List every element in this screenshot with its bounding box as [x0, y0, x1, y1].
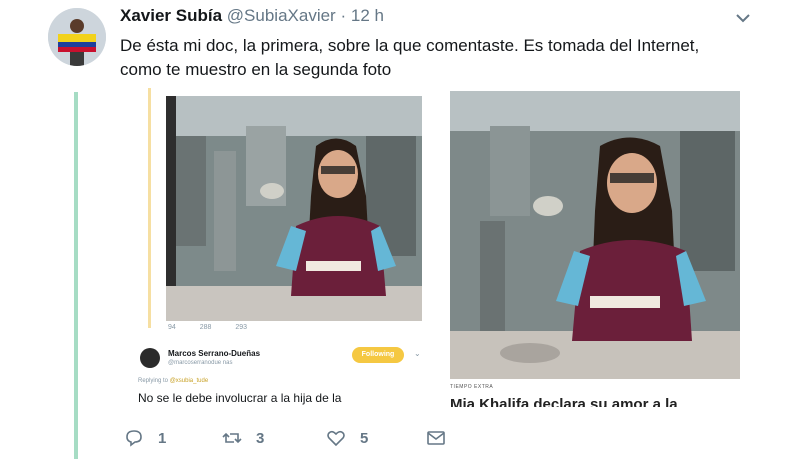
embedded-replying-handle: @xsubia_tude — [169, 378, 209, 384]
timestamp[interactable]: 12 h — [351, 6, 384, 25]
embedded-like-count: 293 — [235, 324, 248, 331]
like-button[interactable]: 5 — [326, 427, 368, 449]
embedded-name: Marcos Serrano-Dueñas — [168, 349, 261, 358]
embedded-action-bar: 94 288 293 — [168, 324, 269, 331]
embedded-reply-count: 94 — [168, 324, 176, 331]
heart-icon — [327, 430, 345, 447]
avatar[interactable] — [48, 8, 106, 66]
embedded-replying-to: Replying to @xsubia_tude — [138, 378, 208, 384]
chevron-down-icon[interactable] — [734, 10, 752, 26]
news-section-label: TIEMPO EXTRA — [450, 384, 494, 390]
like-count: 5 — [360, 429, 369, 447]
reply-icon — [126, 430, 142, 447]
embedded-chevron-icon: ⌄ — [414, 349, 421, 358]
photo-city-woman-right — [450, 91, 740, 379]
tweet-text-line-2: como te muestro en la segunda foto — [120, 60, 392, 79]
tweet-text-line-1: De ésta mi doc, la primera, sobre la que… — [120, 36, 700, 55]
embedded-retweet-count: 288 — [199, 324, 212, 331]
embedded-reply-text: No se le debe involucrar a la hija de la — [138, 391, 342, 405]
media-image-2[interactable]: TIEMPO EXTRA Mia Khalifa declara su amor… — [448, 88, 744, 410]
embedded-replying-prefix: Replying to — [138, 378, 169, 384]
thread-line — [74, 92, 78, 459]
embedded-follow-button: Following — [352, 347, 404, 363]
retweet-count: 3 — [256, 429, 265, 447]
photo-city-woman-left — [166, 96, 422, 321]
user-handle[interactable]: @SubiaXavier — [227, 6, 336, 25]
envelope-icon — [427, 431, 445, 445]
embedded-handle: @marcoserranodue nas — [168, 360, 233, 366]
embedded-avatar — [140, 348, 160, 368]
media-image-1[interactable]: 94 288 293 Marcos Serrano-Dueñas @marcos… — [138, 88, 435, 410]
tweet-header: Xavier Subía @SubiaXavier · 12 h — [120, 6, 384, 26]
news-headline: Mia Khalifa declara su amor a la — [450, 396, 678, 407]
media-grid: 94 288 293 Marcos Serrano-Dueñas @marcos… — [138, 88, 744, 410]
dm-button[interactable] — [426, 427, 460, 449]
display-name[interactable]: Xavier Subía — [120, 6, 222, 25]
tweet-action-bar: 1 3 5 — [124, 427, 454, 449]
quote-bar — [148, 88, 151, 328]
tweet-text: De ésta mi doc, la primera, sobre la que… — [120, 34, 770, 82]
separator-dot: · — [340, 6, 347, 25]
retweet-button[interactable]: 3 — [222, 427, 264, 449]
reply-button[interactable]: 1 — [124, 427, 166, 449]
retweet-icon — [222, 432, 242, 444]
reply-count: 1 — [158, 429, 167, 447]
